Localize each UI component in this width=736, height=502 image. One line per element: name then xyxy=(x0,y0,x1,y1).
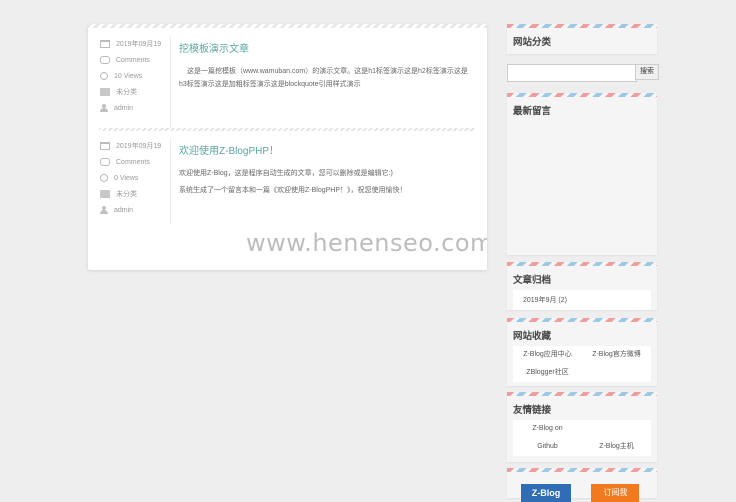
post-category[interactable]: 未分类 xyxy=(116,87,137,97)
post-paragraph: 这是一篇挖模板（www.wamuban.com）的演示文章。这是h1标签演示这是… xyxy=(179,68,468,88)
folder-icon xyxy=(100,88,110,96)
archive-link[interactable]: 2019年9月 (2) xyxy=(513,290,651,310)
links-list: Z-Blog on Github Z-Blog主机 xyxy=(513,420,651,456)
search-input[interactable] xyxy=(507,64,637,82)
card-stripe xyxy=(88,24,487,28)
user-icon xyxy=(100,206,108,214)
widget-categories: 网站分类 xyxy=(507,24,657,54)
subscribe-badge[interactable]: 订阅我 xyxy=(591,484,640,502)
post-date: 2019年09月19 xyxy=(116,41,162,48)
widget-recent-comments: 最新留言 xyxy=(507,93,657,255)
post-item: 2019年09月19 Comments 0 Views 未分类 admin 欢迎… xyxy=(88,138,487,224)
post-body: 欢迎使用Z-BlogPHP！ 欢迎使用Z-Blog，这是程序自动生成的文章，您可… xyxy=(179,138,471,201)
post-title[interactable]: 欢迎使用Z-BlogPHP！ xyxy=(179,142,471,157)
post-paragraph: 系统生成了一个留言本和一篇《欢迎使用Z-BlogPHP！》，祝您使用愉快！ xyxy=(179,187,407,194)
widget-archives: 文章归档 2019年9月 (2) xyxy=(507,262,657,310)
search-form: 搜索 xyxy=(507,64,659,82)
widget-title: 最新留言 xyxy=(513,106,552,117)
post-comments[interactable]: Comments xyxy=(116,57,150,64)
folder-icon xyxy=(100,190,110,198)
post-date: 2019年09月19 xyxy=(116,143,162,150)
widget-title: 友情链接 xyxy=(513,405,552,416)
post-excerpt: 欢迎使用Z-Blog，这是程序自动生成的文章，您可以删除或是编辑它:) 系统生成… xyxy=(179,167,471,197)
post-meta: 2019年09月19 Comments 0 Views 未分类 admin xyxy=(100,138,171,224)
favorite-link[interactable]: Z-Blog应用中心 xyxy=(513,346,582,364)
widget-title: 网站分类 xyxy=(513,37,552,48)
friend-link[interactable]: Github xyxy=(513,438,582,456)
favorite-link[interactable]: ZBlogger社区 xyxy=(513,364,582,382)
post-list-card: 2019年09月19 Comments 10 Views 未分类 admin 挖… xyxy=(88,24,487,270)
friend-link[interactable]: Z-Blog on xyxy=(513,420,582,438)
friend-link[interactable]: Z-Blog主机 xyxy=(582,438,651,456)
post-category[interactable]: 未分类 xyxy=(116,189,137,199)
zblog-badge[interactable]: Z-Blog xyxy=(521,484,571,502)
calendar-icon xyxy=(100,142,110,150)
post-paragraph: 欢迎使用Z-Blog，这是程序自动生成的文章，您可以删除或是编辑它:) xyxy=(179,170,393,177)
post-author[interactable]: admin xyxy=(114,105,133,112)
post-meta: 2019年09月19 Comments 10 Views 未分类 admin xyxy=(100,36,171,128)
post-views: 0 Views xyxy=(114,174,139,182)
post-body: 挖模板演示文章 这是一篇挖模板（www.wamuban.com）的演示文章。这是… xyxy=(179,36,471,95)
watermark: www.henenseo.com xyxy=(246,229,487,257)
eye-icon xyxy=(100,174,108,182)
favorite-link[interactable]: Z-Blog官方微博 xyxy=(582,346,651,364)
post-excerpt: 这是一篇挖模板（www.wamuban.com）的演示文章。这是h1标签演示这是… xyxy=(179,65,471,91)
widget-favorites: 网站收藏 Z-Blog应用中心 Z-Blog官方微博 ZBlogger社区 xyxy=(507,318,657,386)
calendar-icon xyxy=(100,40,110,48)
post-title[interactable]: 挖模板演示文章 xyxy=(179,40,471,55)
post-views: 10 Views xyxy=(114,72,143,80)
post-divider xyxy=(99,128,475,131)
archive-list: 2019年9月 (2) xyxy=(513,290,651,310)
widget-title: 网站收藏 xyxy=(513,331,552,342)
comment-icon xyxy=(100,56,110,64)
favorites-list: Z-Blog应用中心 Z-Blog官方微博 ZBlogger社区 xyxy=(513,346,651,382)
widget-title: 文章归档 xyxy=(513,275,552,286)
post-item: 2019年09月19 Comments 10 Views 未分类 admin 挖… xyxy=(88,36,487,128)
post-comments[interactable]: Comments xyxy=(116,159,150,166)
user-icon xyxy=(100,104,108,112)
post-author[interactable]: admin xyxy=(114,207,133,214)
search-button[interactable]: 搜索 xyxy=(635,64,659,80)
widget-links: 友情链接 Z-Blog on Github Z-Blog主机 xyxy=(507,392,657,462)
widget-banners: Z-Blog 订阅我 xyxy=(507,468,657,502)
eye-icon xyxy=(100,72,108,80)
comment-icon xyxy=(100,158,110,166)
